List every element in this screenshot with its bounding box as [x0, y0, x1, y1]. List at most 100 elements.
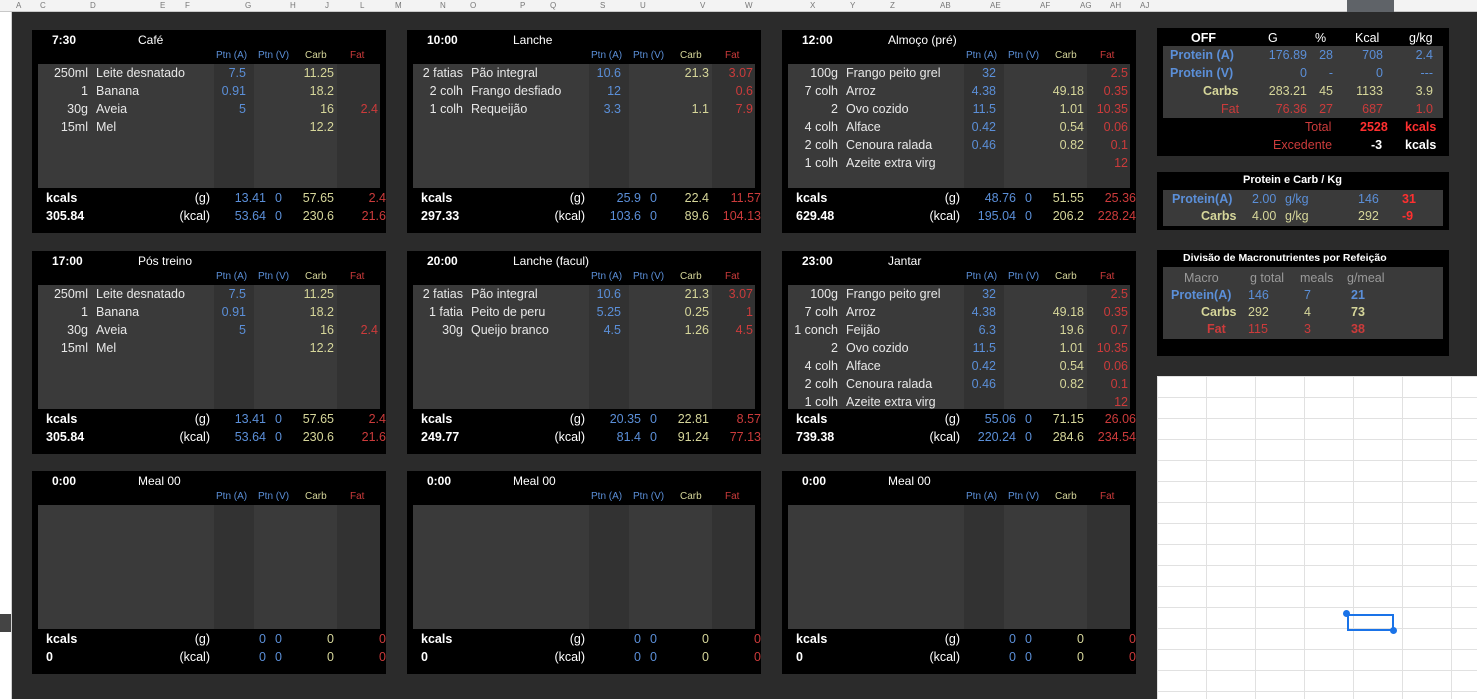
food-row[interactable]: 1 colh Azeite extra virg 12 [782, 156, 1136, 174]
food-carb[interactable]: 0.25 [685, 305, 709, 319]
meal-name[interactable]: Almoço (pré) [888, 33, 957, 47]
food-protein-a[interactable]: 11.5 [973, 341, 996, 355]
column-letter[interactable]: AF [1040, 0, 1050, 12]
food-quantity[interactable]: 2 [831, 341, 838, 355]
food-row[interactable]: 2 fatias Pão integral 10.6 21.3 3.07 [407, 287, 761, 305]
meal-name[interactable]: Lanche [513, 33, 552, 47]
food-fat[interactable]: 3.07 [729, 287, 753, 301]
food-name[interactable]: Frango desfiado [471, 84, 561, 98]
pck-row-value[interactable]: 2.00 [1252, 192, 1276, 206]
food-quantity[interactable]: 7 colh [805, 84, 838, 98]
food-fat[interactable]: 7.9 [736, 102, 753, 116]
column-letter[interactable]: AB [940, 0, 951, 12]
food-quantity[interactable]: 1 colh [805, 156, 838, 170]
food-fat[interactable]: 2.5 [1111, 287, 1128, 301]
food-name[interactable]: Pão integral [471, 287, 538, 301]
column-letter[interactable]: N [440, 0, 446, 12]
food-name[interactable]: Mel [96, 120, 116, 134]
food-name[interactable]: Alface [846, 359, 881, 373]
column-letter[interactable]: E [160, 0, 165, 12]
food-quantity[interactable]: 2 fatias [423, 66, 463, 80]
selected-cell[interactable] [1347, 614, 1394, 631]
food-row[interactable]: 4 colh Alface 0.42 0.54 0.06 [782, 359, 1136, 377]
food-name[interactable]: Azeite extra virg [846, 156, 936, 170]
food-name[interactable]: Pão integral [471, 66, 538, 80]
food-carb[interactable]: 49.18 [1053, 84, 1084, 98]
food-row[interactable]: 2 colh Cenoura ralada 0.46 0.82 0.1 [782, 377, 1136, 395]
food-quantity[interactable]: 250ml [54, 66, 88, 80]
food-quantity[interactable]: 30g [67, 102, 88, 116]
food-protein-a[interactable]: 0.46 [972, 377, 996, 391]
selected-column-header[interactable] [1347, 0, 1394, 12]
food-row[interactable]: 30g Queijo branco 4.5 1.26 4.5 [407, 323, 761, 341]
column-letter[interactable]: P [520, 0, 525, 12]
food-name[interactable]: Arroz [846, 305, 876, 319]
column-letter[interactable]: X [810, 0, 815, 12]
food-row[interactable]: 7 colh Arroz 4.38 49.18 0.35 [782, 84, 1136, 102]
food-row[interactable]: 7 colh Arroz 4.38 49.18 0.35 [782, 305, 1136, 323]
food-carb[interactable]: 11.25 [304, 287, 334, 301]
division-row-meals[interactable]: 3 [1304, 322, 1311, 336]
meal-time[interactable]: 17:00 [52, 254, 83, 268]
food-row[interactable]: 250ml Leite desnatado 7.5 11.25 [32, 287, 386, 305]
food-row[interactable]: 1 colh Azeite extra virg 12 [782, 395, 1136, 413]
meal-name[interactable]: Meal 00 [888, 474, 931, 488]
food-protein-a[interactable]: 5.25 [597, 305, 621, 319]
food-protein-a[interactable]: 32 [982, 287, 996, 301]
food-fat[interactable]: 10.35 [1097, 341, 1128, 355]
food-carb[interactable]: 0.54 [1060, 120, 1084, 134]
food-row[interactable]: 2 fatias Pão integral 10.6 21.3 3.07 [407, 66, 761, 84]
food-name[interactable]: Peito de peru [471, 305, 545, 319]
column-letter[interactable]: O [470, 0, 476, 12]
food-quantity[interactable]: 2 [831, 102, 838, 116]
meal-name[interactable]: Jantar [888, 254, 921, 268]
column-letter[interactable]: AJ [1140, 0, 1149, 12]
food-carb[interactable]: 11.25 [304, 66, 334, 80]
food-carb[interactable]: 1.26 [685, 323, 709, 337]
food-name[interactable]: Aveia [96, 323, 127, 337]
food-quantity[interactable]: 15ml [61, 120, 88, 134]
food-protein-a[interactable]: 5 [239, 102, 246, 116]
column-letter[interactable]: M [395, 0, 402, 12]
food-quantity[interactable]: 1 conch [794, 323, 838, 337]
food-row[interactable]: 2 colh Cenoura ralada 0.46 0.82 0.1 [782, 138, 1136, 156]
meal-items-area[interactable] [788, 505, 1130, 629]
food-row[interactable]: 2 Ovo cozido 11.5 1.01 10.35 [782, 102, 1136, 120]
column-letter[interactable]: W [745, 0, 753, 12]
food-row[interactable]: 100g Frango peito grel 32 2.5 [782, 66, 1136, 84]
food-fat[interactable]: 0.06 [1104, 359, 1128, 373]
food-carb[interactable]: 21.3 [685, 287, 709, 301]
food-quantity[interactable]: 100g [810, 287, 838, 301]
food-carb[interactable]: 21.3 [685, 66, 709, 80]
food-fat[interactable]: 0.35 [1104, 305, 1128, 319]
food-quantity[interactable]: 15ml [61, 341, 88, 355]
food-protein-a[interactable]: 4.38 [972, 305, 996, 319]
food-name[interactable]: Leite desnatado [96, 287, 185, 301]
food-row[interactable]: 2 colh Frango desfiado 12 0.6 [407, 84, 761, 102]
food-quantity[interactable]: 1 colh [805, 395, 838, 409]
food-carb[interactable]: 18.2 [310, 305, 334, 319]
food-carb[interactable]: 12.2 [310, 120, 334, 134]
empty-cells-grid[interactable] [1157, 376, 1477, 699]
food-row[interactable]: 2 Ovo cozido 11.5 1.01 10.35 [782, 341, 1136, 359]
food-protein-a[interactable]: 6.3 [979, 323, 996, 337]
meal-time[interactable]: 0:00 [427, 474, 451, 488]
food-carb[interactable]: 0.82 [1060, 138, 1084, 152]
division-row-meals[interactable]: 4 [1304, 305, 1311, 319]
meal-items-area[interactable] [38, 505, 380, 629]
meal-time[interactable]: 0:00 [802, 474, 826, 488]
food-name[interactable]: Requeijão [471, 102, 527, 116]
food-carb[interactable]: 0.82 [1060, 377, 1084, 391]
column-letter[interactable]: S [600, 0, 605, 12]
food-row[interactable]: 1 Banana 0.91 18.2 [32, 84, 386, 102]
food-protein-a[interactable]: 11.5 [973, 102, 996, 116]
food-quantity[interactable]: 30g [442, 323, 463, 337]
food-quantity[interactable]: 1 fatia [429, 305, 463, 319]
pck-row-value[interactable]: 4.00 [1252, 209, 1276, 223]
division-row-meals[interactable]: 7 [1304, 288, 1311, 302]
food-carb[interactable]: 19.6 [1060, 323, 1084, 337]
food-carb[interactable]: 1.01 [1060, 102, 1084, 116]
food-protein-a[interactable]: 0.42 [972, 359, 996, 373]
food-name[interactable]: Banana [96, 305, 139, 319]
food-carb[interactable]: 16 [320, 323, 334, 337]
